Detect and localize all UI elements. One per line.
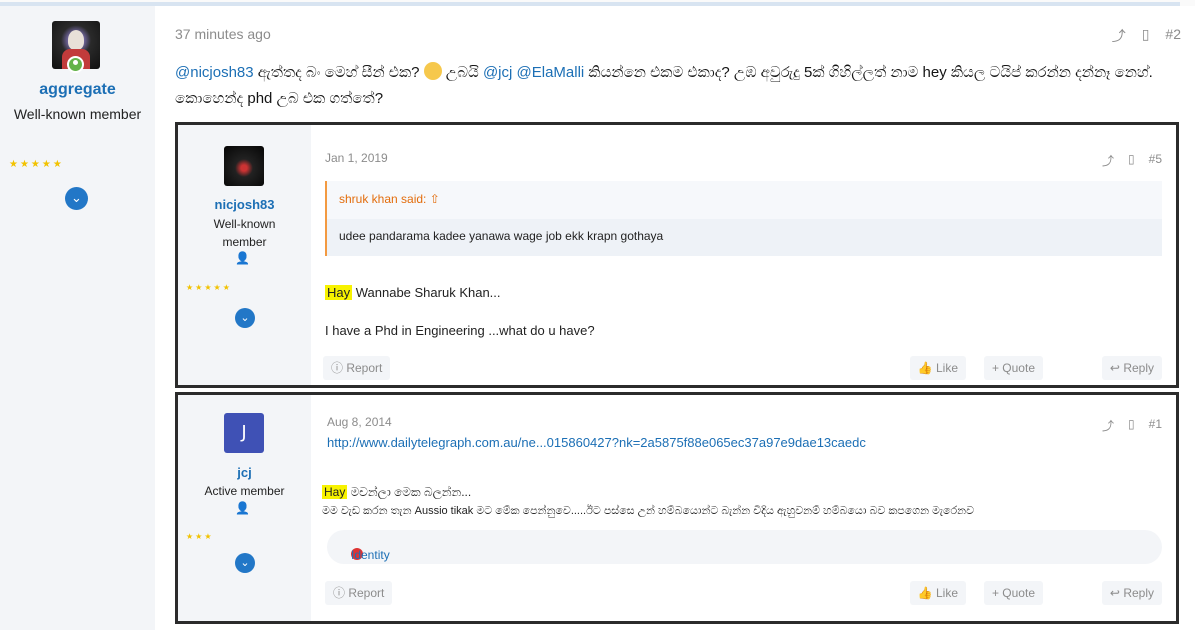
post-number[interactable]: #5: [1149, 152, 1162, 169]
blockquote: shruk khan said: ⇧ udee pandarama kadee …: [325, 181, 1162, 256]
jump-to-quote-icon[interactable]: ⇧: [430, 192, 440, 206]
blockquote-author[interactable]: shruk khan said: ⇧: [339, 192, 440, 206]
online-status-icon: [67, 56, 84, 73]
blockquote-body: udee pandarama kadee yanawa wage job ekk…: [327, 219, 1162, 256]
rating-stars: ★★★★★: [186, 283, 232, 292]
report-button[interactable]: ⓘ Report: [323, 356, 391, 380]
blockquote-text: udee pandarama kadee yanawa wage job ekk…: [339, 229, 664, 243]
mention-link[interactable]: @jcj: [483, 64, 512, 81]
reply-button[interactable]: ↩ Reply: [1101, 356, 1162, 380]
bookmark-icon[interactable]: ▯: [1142, 26, 1150, 46]
message-text: උබයි: [441, 64, 483, 81]
embedded-post-1: nicjosh83 Well-known member 👤 ★★★★★ ⌄ Ja…: [175, 122, 1179, 388]
reply-button[interactable]: ↩ Reply: [1101, 581, 1162, 605]
embedded-username[interactable]: jcj: [178, 465, 311, 480]
embedded-author-column: nicjosh83 Well-known member 👤 ★★★★★ ⌄: [178, 125, 311, 385]
avatar[interactable]: [224, 146, 264, 186]
share-icon[interactable]: ⤴: [1102, 152, 1114, 169]
external-link[interactable]: http://www.dailytelegraph.com.au/ne...01…: [327, 435, 866, 450]
share-icon[interactable]: ⤴: [1112, 26, 1126, 46]
share-icon[interactable]: ⤴: [1102, 417, 1114, 434]
quote-button[interactable]: + Quote: [983, 356, 1043, 380]
embedded-post-text-line: මම වැඩ කරන තැන Aussio tikak මට මේක පෙන්න…: [322, 505, 975, 517]
user-edit-icon: 👤: [235, 501, 250, 515]
embedded-post-actions: ⤴ ▯ #1: [1102, 417, 1162, 434]
report-button[interactable]: ⓘ Report: [325, 581, 393, 605]
embedded-post-text-line: Hay Wannabe Sharuk Khan...: [325, 285, 501, 300]
rating-stars: ★★★★★: [9, 159, 64, 170]
embedded-author-column: J jcj Active member 👤 ★★★ ⌄: [178, 395, 311, 621]
author-title: Well-known member: [13, 106, 142, 122]
mention-link[interactable]: @ElaMalli: [517, 64, 585, 81]
embedded-post-2: J jcj Active member 👤 ★★★ ⌄ Aug 8, 2014 …: [175, 392, 1179, 624]
bookmark-icon[interactable]: ▯: [1128, 417, 1135, 434]
highlighted-word: Hay: [322, 485, 348, 499]
identity-attachment[interactable]: Identity: [327, 530, 1162, 564]
author-username[interactable]: aggregate: [0, 81, 155, 99]
post-number[interactable]: #2: [1165, 26, 1181, 46]
quote-button[interactable]: + Quote: [983, 581, 1043, 605]
expand-author-chevron-icon[interactable]: ⌄: [235, 308, 255, 328]
embedded-post-body: Jan 1, 2019 ⤴ ▯ #5 shruk khan said: ⇧ ud…: [311, 125, 1176, 385]
mention-link[interactable]: @nicjosh83: [175, 64, 254, 81]
expand-author-chevron-icon[interactable]: ⌄: [65, 187, 88, 210]
post-author-column: aggregate Well-known member ★★★★★ ⌄: [0, 6, 155, 630]
thinking-emoji-icon: [423, 62, 442, 80]
expand-author-chevron-icon[interactable]: ⌄: [235, 553, 255, 573]
embedded-username[interactable]: nicjosh83: [178, 197, 311, 212]
rating-stars: ★★★: [186, 532, 214, 541]
post-message: @nicjosh83 ඇත්තද බං මෙහ් සීන් එක? උබයි @…: [175, 60, 1175, 112]
highlighted-word: Hay: [325, 285, 353, 300]
message-text: ඇත්තද බං මෙහ් සීන් එක?: [253, 64, 424, 81]
user-edit-icon: 👤: [235, 251, 250, 265]
embedded-post-text-line: Hay මචන්ලා මෙක බලන්න...: [322, 485, 472, 499]
post-actions: ⤴ ▯ #2: [1112, 26, 1181, 46]
post-time[interactable]: 37 minutes ago: [175, 26, 271, 42]
bookmark-icon[interactable]: ▯: [1128, 152, 1135, 169]
post-number[interactable]: #1: [1149, 417, 1162, 434]
embedded-post-date[interactable]: Jan 1, 2019: [325, 151, 388, 165]
avatar[interactable]: J: [224, 413, 264, 453]
embedded-post-text-line: I have a Phd in Engineering ...what do u…: [325, 323, 595, 338]
embedded-post-body: Aug 8, 2014 ⤴ ▯ #1 http://www.dailyteleg…: [311, 395, 1176, 621]
like-button[interactable]: 👍 Like: [909, 581, 966, 605]
like-button[interactable]: 👍 Like: [909, 356, 966, 380]
embedded-post-date[interactable]: Aug 8, 2014: [327, 415, 392, 429]
embedded-post-actions: ⤴ ▯ #5: [1102, 152, 1162, 169]
embedded-user-title: Active member: [204, 484, 285, 498]
embedded-user-title: Well-known member: [213, 217, 276, 249]
